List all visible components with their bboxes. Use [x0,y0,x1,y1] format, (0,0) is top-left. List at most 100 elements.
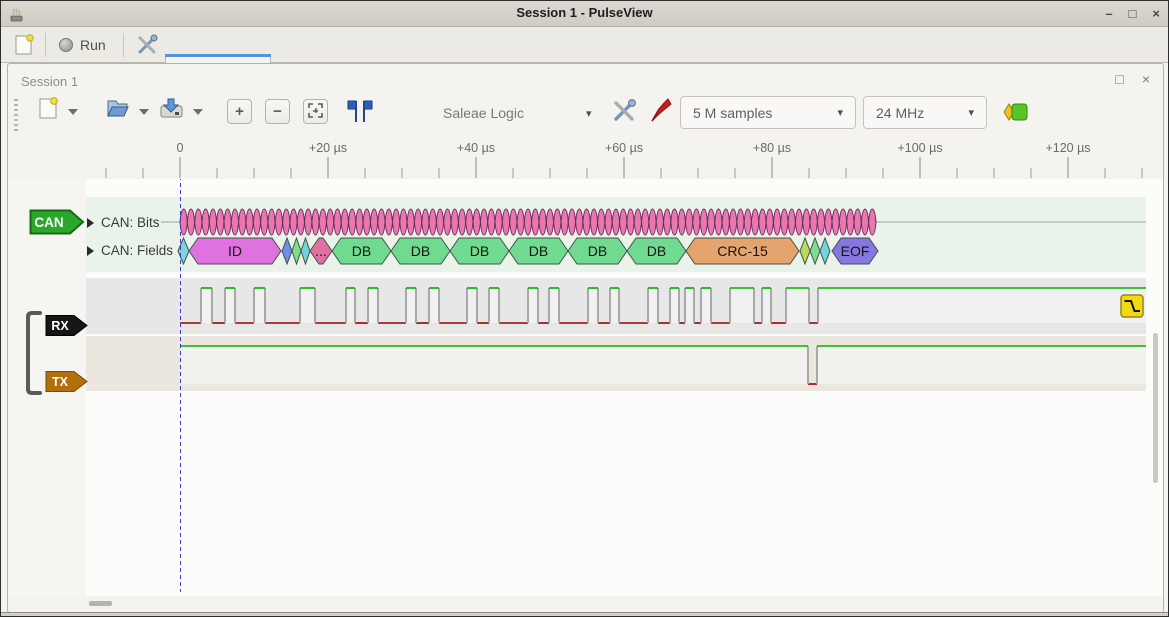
can-bit[interactable] [209,209,216,235]
can-bit[interactable] [620,209,627,235]
can-bit[interactable] [363,209,370,235]
can-bit[interactable] [825,209,832,235]
can-bit[interactable] [312,209,319,235]
can-bit[interactable] [759,209,766,235]
can-bit[interactable] [202,209,209,235]
can-bit[interactable] [803,209,810,235]
can-bit[interactable] [612,209,619,235]
new-file-button[interactable] [36,95,60,124]
can-bits-annotations[interactable] [180,209,876,235]
expand-arrow-icon[interactable] [87,246,94,256]
can-bit[interactable] [253,209,260,235]
can-bit[interactable] [869,209,876,235]
can-bit[interactable] [502,209,509,235]
can-bit[interactable] [781,209,788,235]
can-bit[interactable] [532,209,539,235]
can-bit[interactable] [400,209,407,235]
can-bit[interactable] [444,209,451,235]
can-bit[interactable] [466,209,473,235]
can-bit[interactable] [290,209,297,235]
horizontal-scrollbar[interactable] [89,601,112,606]
can-bit[interactable] [605,209,612,235]
toolbar-grip[interactable] [14,99,18,131]
can-bit[interactable] [546,209,553,235]
can-bit[interactable] [231,209,238,235]
channel-group-bracket[interactable] [24,310,44,396]
channels-button[interactable] [648,97,674,128]
decoder-row-fields[interactable]: CAN: Fields [87,243,173,258]
can-bit[interactable] [590,209,597,235]
can-bit[interactable] [349,209,356,235]
can-bit[interactable] [495,209,502,235]
can-bit[interactable] [817,209,824,235]
open-button[interactable] [104,95,131,124]
can-bit[interactable] [722,209,729,235]
can-bit[interactable] [414,209,421,235]
can-bit[interactable] [517,209,524,235]
save-button[interactable] [158,95,185,124]
can-bit[interactable] [334,209,341,235]
can-bit[interactable] [341,209,348,235]
decoder-tag-can[interactable]: CAN [29,209,85,235]
can-bit[interactable] [378,209,385,235]
can-bit[interactable] [686,209,693,235]
can-bit[interactable] [239,209,246,235]
can-bit[interactable] [656,209,663,235]
can-bit[interactable] [737,209,744,235]
can-bit[interactable] [649,209,656,235]
can-bit[interactable] [708,209,715,235]
new-file-dropdown-icon[interactable] [68,109,78,115]
can-bit[interactable] [480,209,487,235]
settings-button[interactable] [129,30,165,60]
can-bit[interactable] [561,209,568,235]
vertical-scrollbar[interactable] [1153,333,1158,483]
can-bit[interactable] [283,209,290,235]
can-bit[interactable] [751,209,758,235]
can-bit[interactable] [268,209,275,235]
can-bit[interactable] [744,209,751,235]
can-bit[interactable] [458,209,465,235]
can-bit[interactable] [393,209,400,235]
can-bit[interactable] [715,209,722,235]
can-bit[interactable] [700,209,707,235]
can-bit[interactable] [510,209,517,235]
add-decoder-button[interactable] [1002,101,1032,126]
new-session-button[interactable] [7,30,41,60]
can-bit[interactable] [246,209,253,235]
can-bit[interactable] [839,209,846,235]
can-bit[interactable] [773,209,780,235]
can-bit[interactable] [861,209,868,235]
expand-arrow-icon[interactable] [87,218,94,228]
can-bit[interactable] [524,209,531,235]
can-bit[interactable] [671,209,678,235]
can-bit[interactable] [488,209,495,235]
can-bit[interactable] [729,209,736,235]
can-bit[interactable] [319,209,326,235]
can-bit[interactable] [634,209,641,235]
sample-rate-select[interactable]: 24 MHz ▾ [863,96,987,129]
can-bit[interactable] [832,209,839,235]
maximize-icon[interactable]: □ [1129,4,1137,23]
can-bit[interactable] [297,209,304,235]
zoom-out-button[interactable]: − [265,99,290,124]
can-bit[interactable] [195,209,202,235]
device-dropdown-icon[interactable]: ▾ [586,107,592,120]
can-bit[interactable] [187,209,194,235]
can-bit[interactable] [568,209,575,235]
panel-close-icon[interactable]: × [1142,71,1150,87]
can-bit[interactable] [422,209,429,235]
can-bit[interactable] [693,209,700,235]
can-bit[interactable] [327,209,334,235]
can-bit[interactable] [642,209,649,235]
can-bit[interactable] [180,209,187,235]
decoder-row-bits[interactable]: CAN: Bits [87,215,160,230]
time-ruler[interactable]: 0+20 µs+40 µs+60 µs+80 µs+100 µs+120 µs [8,136,1163,179]
can-bit[interactable] [576,209,583,235]
can-bit[interactable] [473,209,480,235]
panel-maximize-icon[interactable]: □ [1115,71,1123,87]
minimize-icon[interactable]: – [1105,4,1112,23]
can-bit[interactable] [407,209,414,235]
device-label[interactable]: Saleae Logic [443,105,524,121]
trace-canvas[interactable]: ID...DBDBDBDBDBDBCRC-15EOF [8,179,1163,596]
sample-count-select[interactable]: 5 M samples ▾ [680,96,856,129]
